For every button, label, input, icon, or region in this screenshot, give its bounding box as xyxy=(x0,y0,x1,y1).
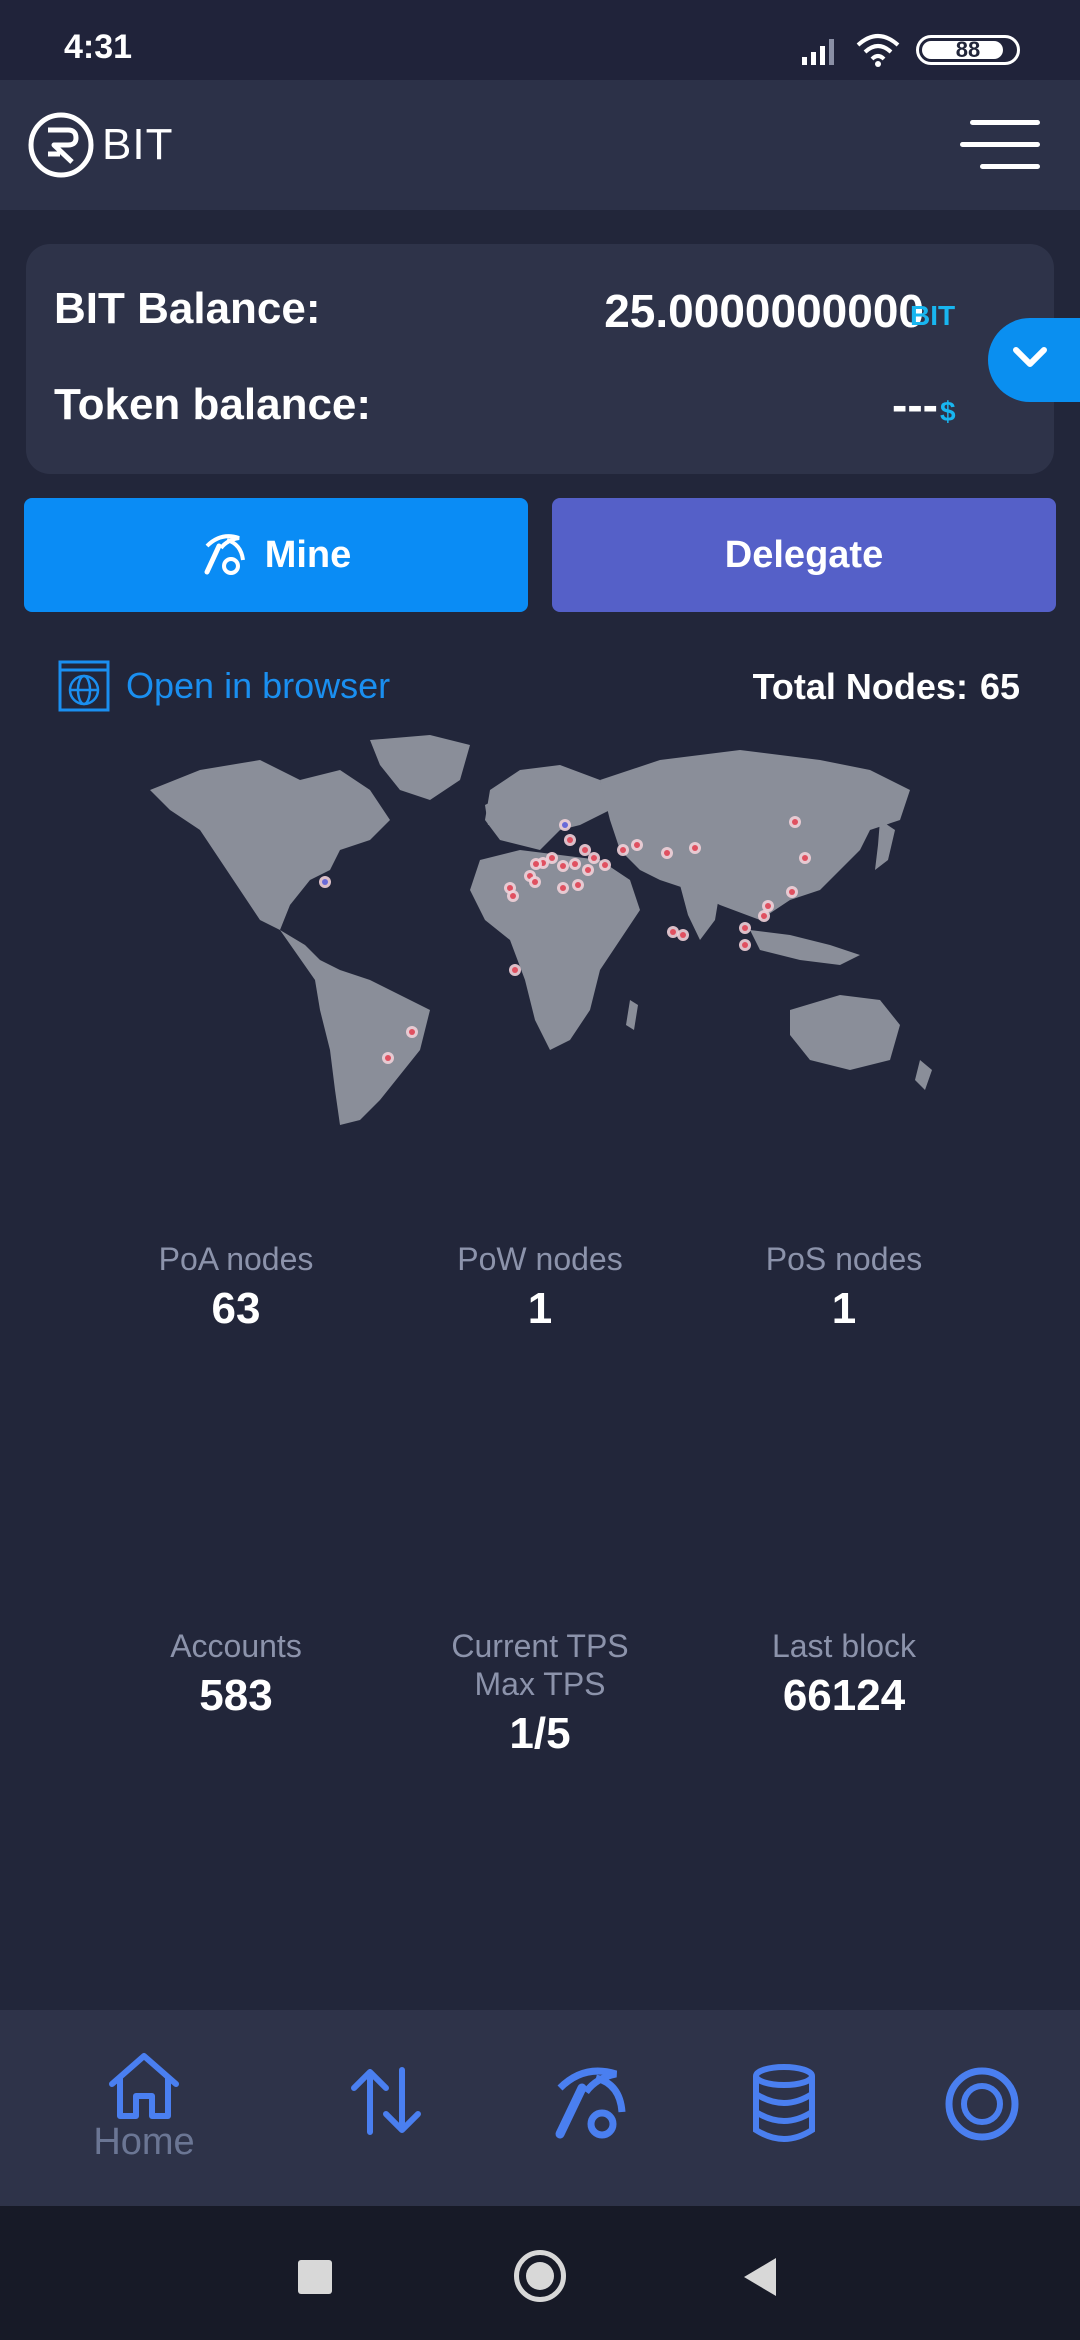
node-marker xyxy=(789,889,795,895)
balance-card: BIT Balance: 25.0000000000 BIT Token bal… xyxy=(26,244,1054,474)
poa-nodes-stat: PoA nodes 63 xyxy=(86,1240,386,1334)
home-system-button[interactable] xyxy=(514,2250,566,2302)
max-tps-label: Max TPS xyxy=(474,1666,606,1702)
node-marker xyxy=(385,1055,391,1061)
browser-globe-icon xyxy=(58,660,110,712)
node-marker xyxy=(620,847,626,853)
last-block-label: Last block xyxy=(771,1628,917,1664)
pow-nodes-value: 1 xyxy=(527,1284,553,1333)
tps-value: 1/5 xyxy=(509,1709,571,1758)
total-nodes: Total Nodes: 65 xyxy=(753,666,1020,708)
pow-nodes-label: PoW nodes xyxy=(457,1241,623,1277)
accounts-value: 583 xyxy=(199,1671,273,1720)
nav-home[interactable]: Home xyxy=(84,2050,204,2164)
expand-balance-button[interactable] xyxy=(988,318,1080,402)
node-marker xyxy=(664,850,670,856)
node-marker xyxy=(572,861,578,867)
home-icon xyxy=(109,2053,179,2119)
node-marker xyxy=(409,1029,415,1035)
node-marker xyxy=(533,861,539,867)
node-marker xyxy=(602,862,608,868)
status-time: 4:31 xyxy=(64,28,133,66)
back-button[interactable] xyxy=(740,2256,780,2298)
node-marker xyxy=(532,879,538,885)
node-marker xyxy=(567,837,573,843)
lifebuoy-icon xyxy=(945,2067,1019,2141)
world-nodes-map xyxy=(150,735,932,1125)
total-nodes-label: Total Nodes: xyxy=(752,666,968,707)
node-marker xyxy=(670,929,676,935)
node-marker xyxy=(510,893,516,899)
current-tps-label: Current TPS xyxy=(451,1628,629,1664)
pos-nodes-stat: PoS nodes 1 xyxy=(694,1240,994,1334)
token-balance-label: Token balance: xyxy=(54,380,372,429)
nav-mine[interactable] xyxy=(530,2064,650,2149)
node-marker xyxy=(591,855,597,861)
tps-stat: Current TPS Max TPS 1/5 xyxy=(390,1627,690,1759)
mine-label: Mine xyxy=(264,533,352,576)
node-marker xyxy=(582,847,588,853)
node-marker xyxy=(322,879,328,885)
node-marker xyxy=(634,842,640,848)
system-nav-bar xyxy=(0,2206,1080,2340)
mine-icon xyxy=(555,2067,626,2139)
node-marker xyxy=(742,925,748,931)
last-block-value: 66124 xyxy=(782,1671,906,1720)
accounts-label: Accounts xyxy=(170,1628,302,1664)
pow-nodes-stat: PoW nodes 1 xyxy=(390,1240,690,1334)
node-marker xyxy=(549,855,555,861)
node-marker xyxy=(761,913,767,919)
node-marker xyxy=(562,822,568,828)
wifi-icon xyxy=(856,34,900,67)
delegate-button[interactable]: Delegate xyxy=(552,498,1056,612)
node-marker xyxy=(560,863,566,869)
menu-button[interactable] xyxy=(960,120,1040,172)
recents-button[interactable] xyxy=(298,2260,332,2294)
nav-transfer[interactable] xyxy=(326,2066,446,2141)
bit-unit: BIT xyxy=(910,300,956,331)
nav-staking[interactable] xyxy=(724,2064,844,2149)
logo-icon xyxy=(28,112,94,178)
node-marker xyxy=(560,885,566,891)
chevron-down-icon xyxy=(1013,347,1047,367)
database-icon xyxy=(753,2064,815,2142)
token-balance-value: --- xyxy=(892,379,938,431)
node-marker xyxy=(692,845,698,851)
node-marker xyxy=(512,967,518,973)
nav-support[interactable] xyxy=(922,2066,1042,2147)
open-in-browser-link[interactable]: Open in browser xyxy=(58,660,390,712)
node-marker xyxy=(575,882,581,888)
bit-balance-value: 25.0000000000 xyxy=(604,285,924,337)
battery-indicator: 88 xyxy=(916,35,1020,65)
bottom-nav: Home xyxy=(0,2010,1080,2206)
nav-home-label: Home xyxy=(93,2121,195,2163)
mine-button[interactable]: Mine xyxy=(24,498,528,612)
node-marker xyxy=(765,903,771,909)
poa-nodes-value: 63 xyxy=(211,1284,261,1333)
total-nodes-value: 65 xyxy=(979,666,1020,707)
node-marker xyxy=(680,932,686,938)
status-icons: 88 xyxy=(800,30,1020,70)
status-bar: 4:31 88 xyxy=(0,0,1080,80)
pos-nodes-label: PoS nodes xyxy=(765,1241,923,1277)
last-block-stat: Last block 66124 xyxy=(694,1627,994,1721)
bit-logo: BIT xyxy=(26,110,173,180)
delegate-label: Delegate xyxy=(724,533,884,576)
pos-nodes-value: 1 xyxy=(831,1284,857,1333)
logo-text: BIT xyxy=(102,120,174,169)
transfer-icon xyxy=(351,2067,421,2135)
battery-level: 88 xyxy=(955,37,981,62)
node-marker xyxy=(802,855,808,861)
token-unit: $ xyxy=(940,396,956,427)
node-marker xyxy=(585,867,591,873)
node-marker xyxy=(742,942,748,948)
signal-icon xyxy=(802,39,834,65)
open-in-browser-label: Open in browser xyxy=(126,665,391,706)
poa-nodes-label: PoA nodes xyxy=(158,1241,314,1277)
app-header: BIT xyxy=(0,80,1080,210)
pickaxe-icon xyxy=(204,534,245,575)
bit-balance-label: BIT Balance: xyxy=(54,284,321,333)
node-marker xyxy=(792,819,798,825)
accounts-stat: Accounts 583 xyxy=(86,1627,386,1721)
